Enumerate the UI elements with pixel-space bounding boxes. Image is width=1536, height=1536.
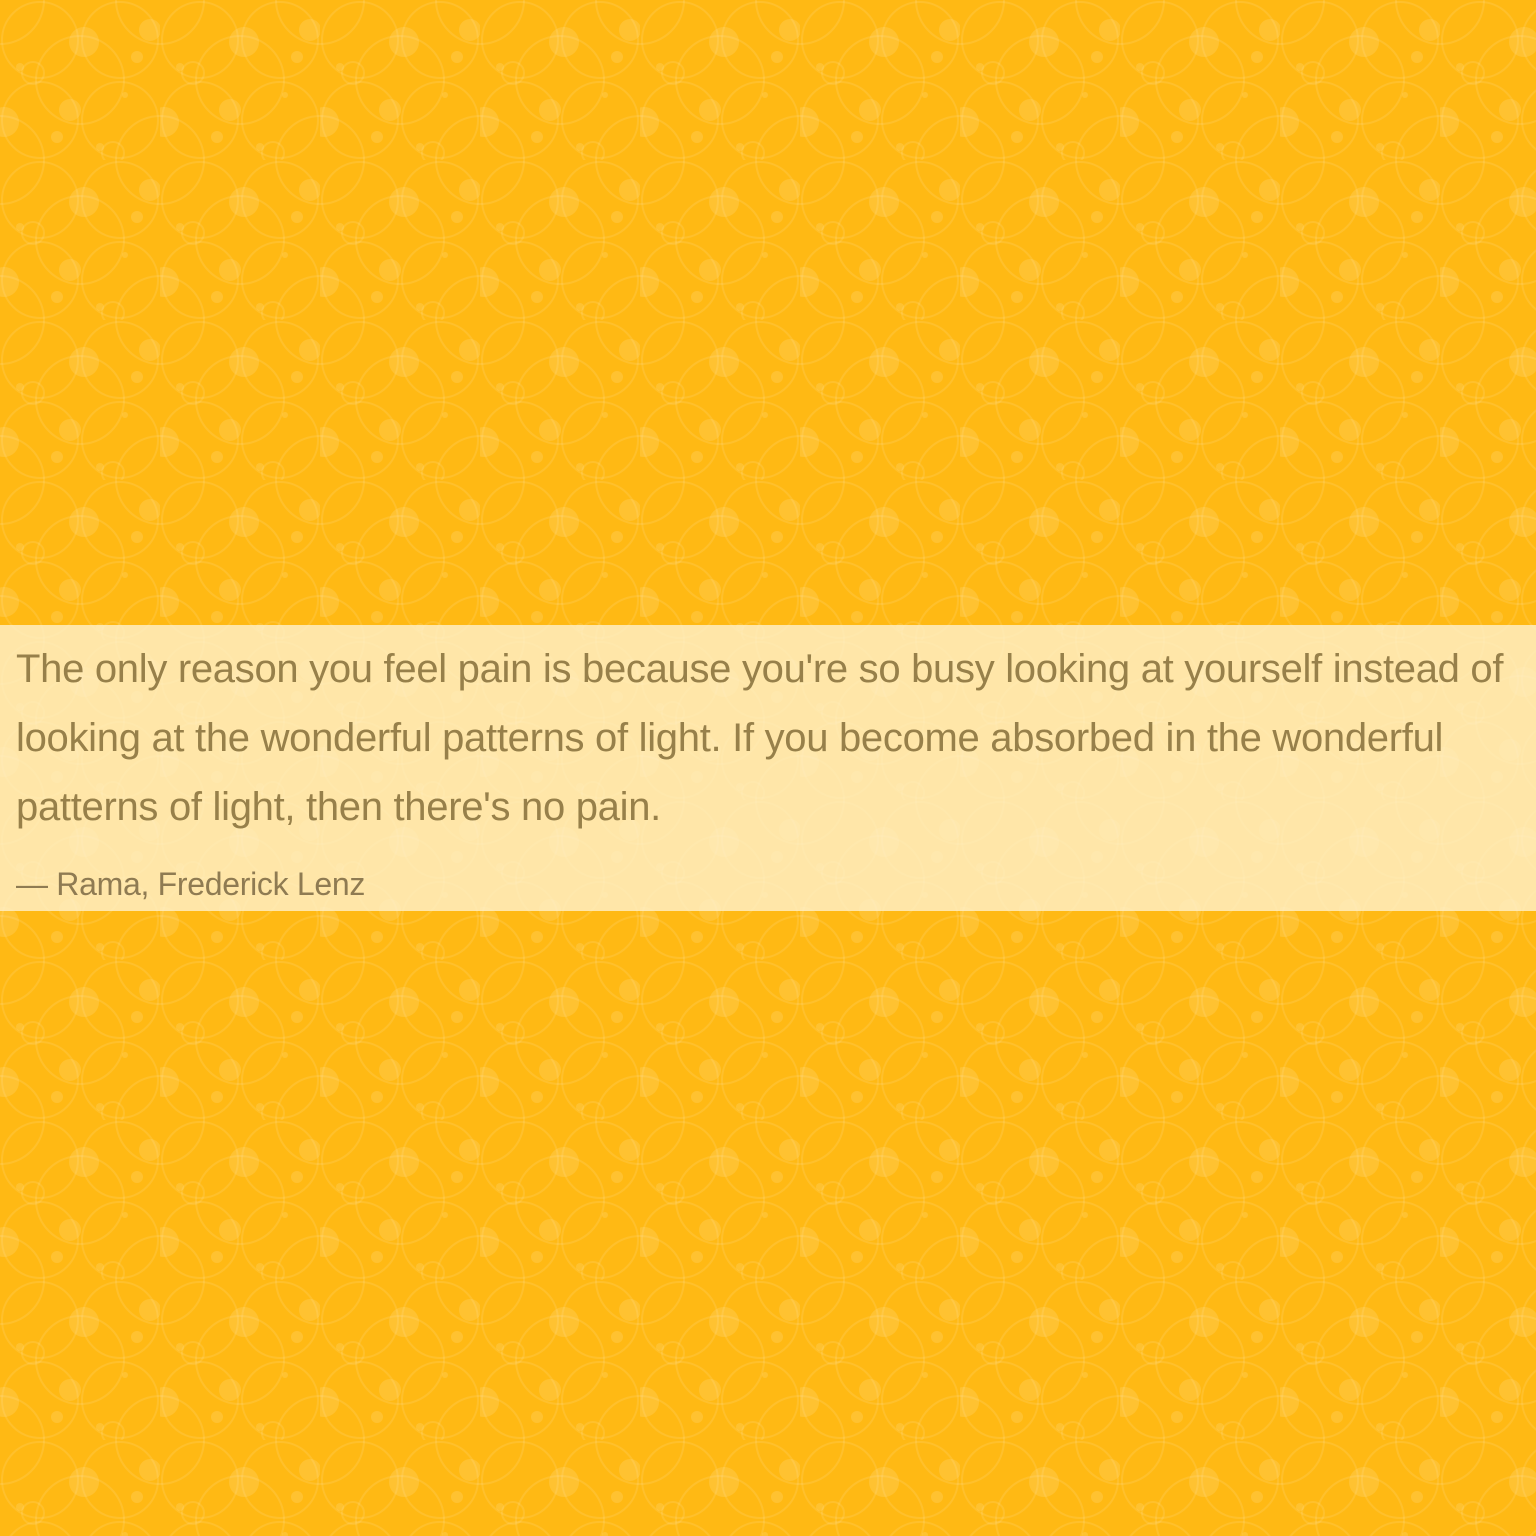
quote-author: — Rama, Frederick Lenz [16,866,366,902]
quote-text: The only reason you feel pain is because… [16,647,1504,829]
quote-card: The only reason you feel pain is because… [0,625,1536,911]
